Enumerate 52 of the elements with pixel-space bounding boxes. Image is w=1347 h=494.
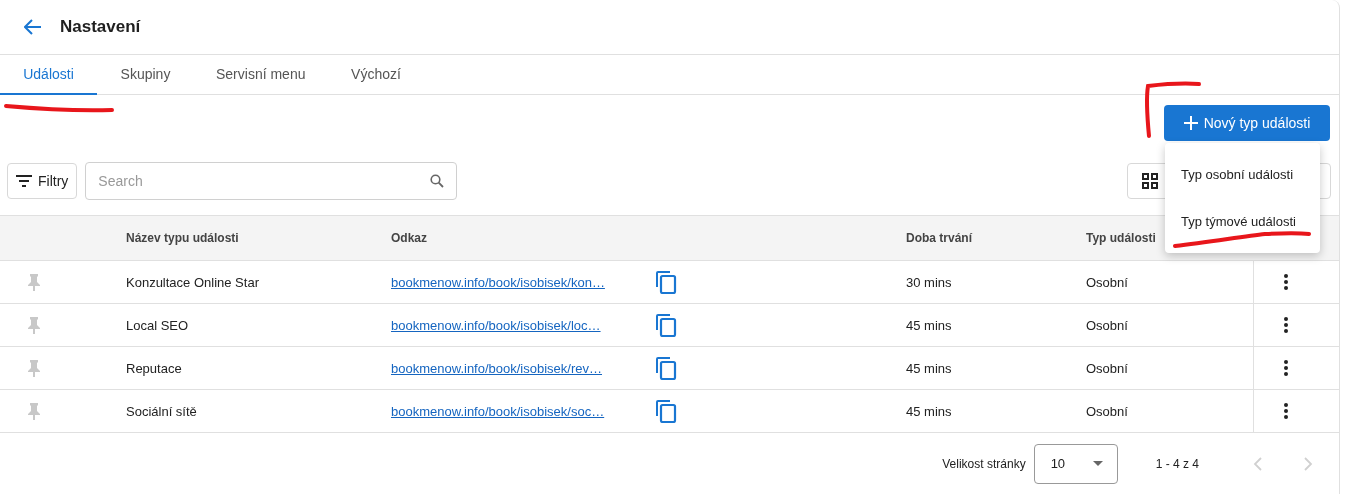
table-cell-text: Sociální sítě — [125, 403, 198, 419]
tab[interactable]: Servisní menu — [194, 54, 328, 95]
tab[interactable]: Skupiny — [97, 54, 194, 95]
menu-item[interactable]: Typ osobní události — [1165, 150, 1320, 198]
copy-icon[interactable] — [655, 313, 677, 338]
page-range: 1 - 4 z 4 — [1155, 456, 1199, 471]
pin-icon — [27, 273, 41, 292]
event-link[interactable]: bookmenow.info/book/isobisek/kon… — [391, 274, 605, 290]
tab[interactable]: Výchozí — [327, 54, 425, 95]
table-cell-text: Osobní — [1085, 317, 1129, 333]
pin-icon — [27, 316, 41, 335]
table-cell-text: 30 mins — [905, 274, 953, 290]
more-icon — [1284, 317, 1288, 334]
filter-button[interactable]: Filtry — [7, 162, 78, 199]
search-icon — [430, 173, 445, 188]
page-size-select[interactable]: 10 — [1033, 443, 1118, 484]
table-cell-text: 45 mins — [905, 317, 953, 333]
event-link[interactable]: bookmenow.info/book/isobisek/soc… — [391, 403, 605, 419]
table-cell-text: Konzultace Online Star — [125, 274, 260, 290]
copy-icon[interactable] — [655, 270, 677, 295]
column-header: Název typu události — [126, 231, 239, 246]
annotation-stroke — [1144, 81, 1201, 138]
menu-item[interactable]: Typ týmové události — [1165, 197, 1320, 245]
table-cell-text: 45 mins — [905, 360, 953, 376]
copy-icon[interactable] — [655, 356, 677, 381]
column-header: Odkaz — [391, 231, 427, 246]
table-cell-text: Osobní — [1085, 403, 1129, 419]
table-cell-text: Osobní — [1085, 274, 1129, 290]
event-link[interactable]: bookmenow.info/book/isobisek/rev… — [391, 360, 602, 376]
copy-icon[interactable] — [655, 399, 677, 424]
more-icon — [1284, 403, 1288, 420]
page-title: Nastavení — [60, 16, 141, 37]
search-field[interactable]: Search — [85, 161, 458, 200]
back-arrow-icon[interactable] — [24, 18, 42, 35]
table-cell-text: Osobní — [1085, 360, 1129, 376]
table-cell-text: Reputace — [125, 360, 183, 376]
table-cell-text: Local SEO — [125, 317, 190, 333]
plus-icon — [1183, 115, 1198, 130]
pin-icon — [27, 359, 41, 378]
table-cell-text: 45 mins — [905, 403, 953, 419]
more-icon — [1284, 360, 1288, 377]
new-event-type-button[interactable]: Nový typ události — [1164, 104, 1330, 141]
tab[interactable]: Události — [0, 54, 97, 95]
grid-icon — [1142, 172, 1158, 189]
column-header: Typ události — [1086, 231, 1156, 246]
pin-icon — [27, 402, 41, 421]
column-header: Doba trvání — [906, 231, 972, 246]
more-icon — [1284, 274, 1288, 291]
page-size-label: Velikost stránky — [942, 456, 1026, 471]
filter-icon — [16, 174, 32, 187]
event-link[interactable]: bookmenow.info/book/isobisek/loc… — [391, 317, 601, 333]
dropdown-caret-icon — [1092, 461, 1103, 467]
